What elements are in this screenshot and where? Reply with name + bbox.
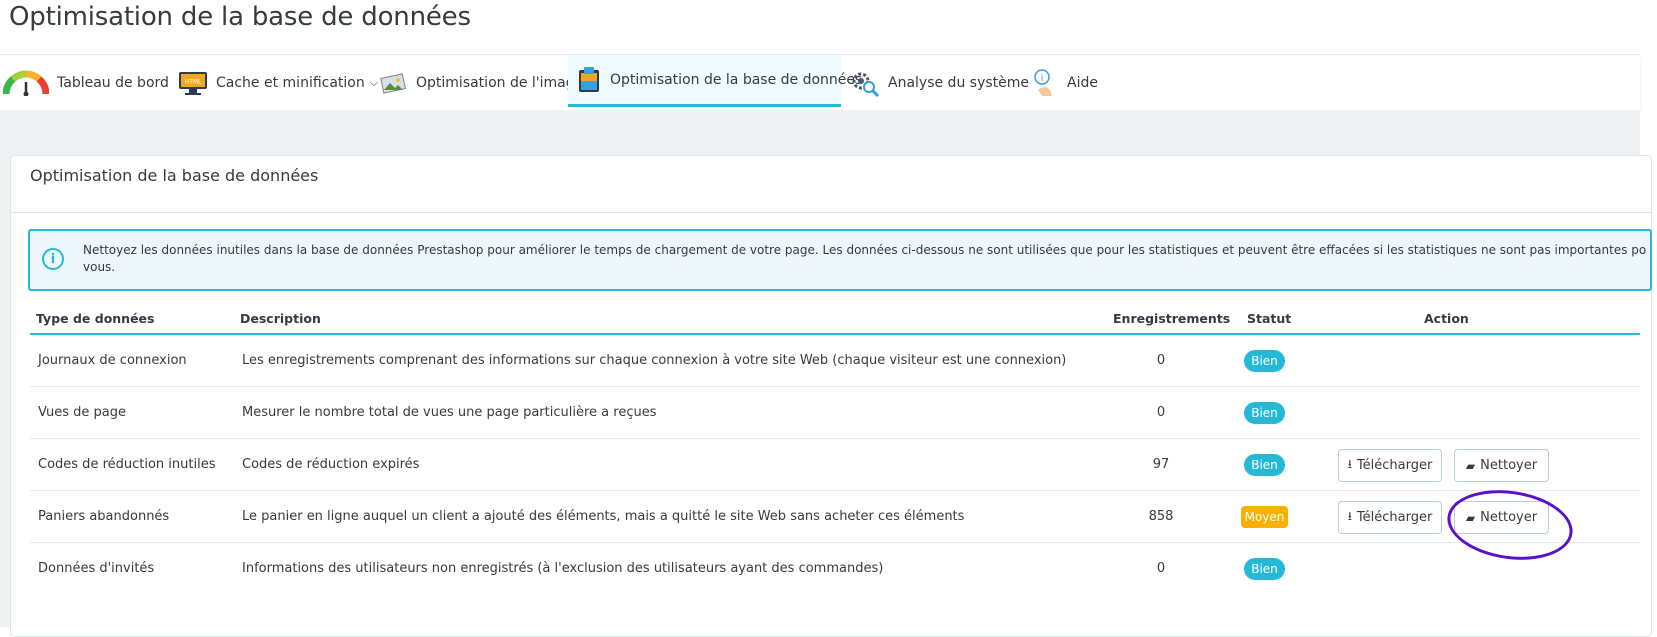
cell-records: 0: [1156, 561, 1166, 576]
clean-label: Nettoyer: [1480, 510, 1538, 525]
cell-type: Paniers abandonnés: [38, 509, 170, 524]
svg-text:HTML: HTML: [185, 78, 202, 85]
cell-description: Les enregistrements comprenant des infor…: [242, 353, 1067, 368]
download-label: Télécharger: [1356, 458, 1433, 473]
column-header-records: Enregistrements: [1113, 311, 1231, 326]
cell-records: 0: [1156, 405, 1166, 420]
clean-label: Nettoyer: [1480, 458, 1538, 473]
status-badge: Moyen: [1241, 506, 1288, 528]
card-title: Optimisation de la base de données: [30, 166, 319, 185]
status-badge: Bien: [1244, 454, 1285, 476]
cell-records: 858: [1148, 509, 1174, 524]
column-header-status: Statut: [1247, 311, 1292, 326]
status-badge: Bien: [1244, 402, 1285, 424]
clean-button[interactable]: ▰ Nettoyer: [1454, 501, 1549, 534]
download-icon: ⭳: [1347, 457, 1352, 471]
status-badge: Bien: [1244, 350, 1285, 372]
eraser-icon: ▰: [1465, 458, 1476, 473]
info-icon: i: [42, 248, 64, 270]
tab-help[interactable]: i Aide: [1029, 55, 1098, 110]
cell-description: Informations des utilisateurs non enregi…: [242, 561, 884, 576]
download-icon: ⭳: [1347, 509, 1352, 523]
gear-search-icon: [850, 68, 880, 98]
cell-description: Codes de réduction expirés: [242, 457, 420, 472]
cell-description: Le panier en ligne auquel un client a aj…: [242, 509, 965, 524]
gauge-icon: [3, 68, 49, 98]
monitor-html-icon: HTML: [178, 68, 208, 98]
cell-type: Données d'invités: [38, 561, 155, 576]
row-divider: [30, 386, 1640, 387]
download-button[interactable]: ⭳ Télécharger: [1338, 501, 1442, 534]
cell-type: Vues de page: [38, 405, 127, 420]
page-title: Optimisation de la base de données: [9, 2, 471, 32]
tab-database-optimization[interactable]: Optimisation de la base de données: [568, 55, 862, 107]
table-header-divider: [30, 333, 1640, 335]
clean-button[interactable]: ▰ Nettoyer: [1454, 449, 1549, 482]
tab-label: Optimisation de l'image: [416, 74, 584, 91]
cell-records: 0: [1156, 353, 1166, 368]
cell-records: 97: [1152, 457, 1170, 472]
tab-label: Optimisation de la base de données: [610, 71, 863, 88]
info-text-line1: Nettoyez les données inutiles dans la ba…: [83, 243, 1647, 257]
tab-image-optimization[interactable]: Optimisation de l'image: [378, 55, 583, 110]
tab-label: Analyse du système: [888, 74, 1029, 91]
row-divider: [30, 438, 1640, 439]
cell-type: Journaux de connexion: [38, 353, 187, 368]
tab-label: Aide: [1067, 74, 1098, 91]
tab-label: Tableau de bord: [57, 74, 169, 91]
download-button[interactable]: ⭳ Télécharger: [1338, 449, 1442, 482]
chevron-down-icon: ⌵: [369, 75, 379, 89]
help-icon: i: [1029, 68, 1059, 98]
status-badge: Bien: [1244, 558, 1285, 580]
svg-text:i: i: [1041, 73, 1044, 84]
cell-type: Codes de réduction inutiles: [38, 457, 216, 472]
column-header-type: Type de données: [36, 311, 155, 326]
tab-dashboard[interactable]: Tableau de bord: [3, 55, 169, 110]
eraser-icon: ▰: [1465, 510, 1476, 525]
info-text-line2: vous.: [83, 260, 116, 274]
tab-label: Cache et minification: [216, 74, 365, 91]
row-divider: [30, 542, 1640, 543]
database-icon: [576, 65, 602, 95]
info-alert: i Nettoyez les données inutiles dans la …: [28, 229, 1652, 291]
column-header-description: Description: [240, 311, 321, 326]
tab-bar: Tableau de bord HTML Cache et minificati…: [0, 55, 1640, 110]
column-header-action: Action: [1424, 311, 1469, 326]
cell-description: Mesurer le nombre total de vues une page…: [242, 405, 657, 420]
tab-cache-minification[interactable]: HTML Cache et minification ⌵: [178, 55, 378, 110]
card-header: Optimisation de la base de données: [11, 156, 1651, 213]
tab-system-analysis[interactable]: Analyse du système: [850, 55, 1029, 110]
image-icon: [378, 68, 408, 98]
row-divider: [30, 490, 1640, 491]
download-label: Télécharger: [1356, 510, 1433, 525]
